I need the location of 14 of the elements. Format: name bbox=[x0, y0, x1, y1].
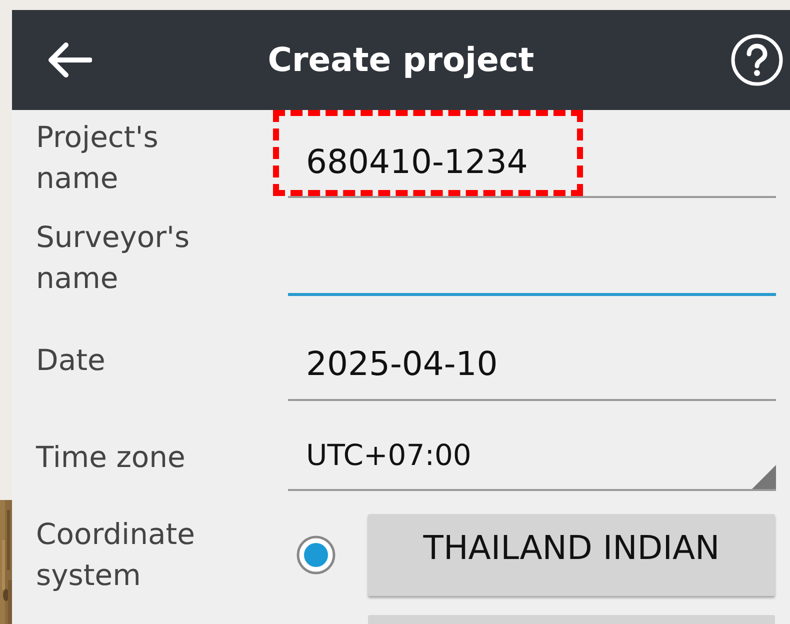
field-label: Project's name bbox=[36, 118, 160, 196]
coordinate-system-button[interactable]: THAILAND INDIAN bbox=[368, 514, 775, 596]
field-label: Date bbox=[36, 342, 106, 379]
help-icon[interactable] bbox=[730, 33, 784, 87]
field-label: Coordinate system bbox=[36, 516, 196, 594]
dropdown[interactable]: UTC+07:00 bbox=[288, 434, 776, 492]
field-label: Time zone bbox=[36, 439, 186, 476]
field-label: Surveyor's name bbox=[36, 218, 191, 296]
back-icon[interactable] bbox=[48, 42, 92, 78]
input-field[interactable]: 2025-04-10 bbox=[288, 339, 776, 401]
radio-button[interactable] bbox=[295, 534, 337, 576]
input-field[interactable]: 680410-1234 bbox=[288, 136, 776, 198]
dropdown-triangle-icon bbox=[752, 465, 776, 490]
screen-title: Create project bbox=[268, 39, 534, 82]
